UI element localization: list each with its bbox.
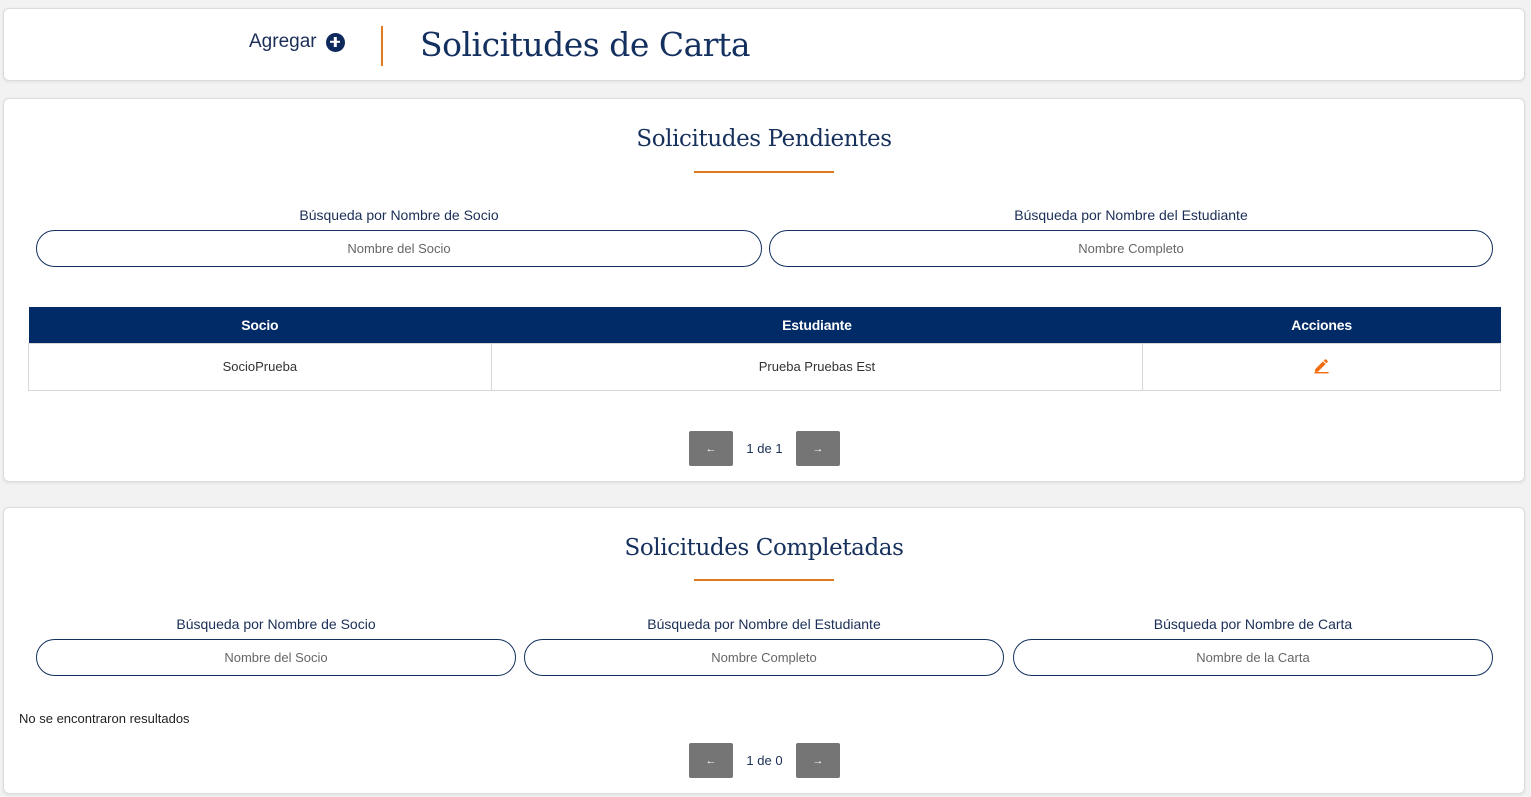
plus-circle-icon [325, 32, 345, 52]
pending-next-page-button[interactable]: → [796, 431, 840, 466]
cell-acciones [1142, 342, 1501, 391]
arrow-left-icon: ← [705, 442, 717, 455]
arrow-right-icon: → [812, 442, 824, 455]
cell-estudiante: Prueba Pruebas Est [490, 342, 1144, 391]
column-header-acciones: Acciones [1142, 307, 1501, 343]
completed-prev-page-button[interactable]: ← [689, 743, 733, 778]
pending-student-search-label: Búsqueda por Nombre del Estudiante [1014, 207, 1248, 223]
completed-socio-search-label: Búsqueda por Nombre de Socio [176, 616, 376, 632]
pencil-icon[interactable] [1313, 357, 1330, 377]
pending-title-underline [694, 171, 834, 173]
no-results-message: No se encontraron resultados [19, 711, 190, 726]
pending-socio-search-label: Búsqueda por Nombre de Socio [299, 207, 499, 223]
header-divider [381, 26, 383, 66]
completed-socio-search-input[interactable] [36, 639, 516, 676]
completed-letter-search-label: Búsqueda por Nombre de Carta [1153, 616, 1353, 632]
table-row: SocioPrueba Prueba Pruebas Est [28, 342, 1501, 391]
completed-section-title: Solicitudes Completadas [624, 535, 904, 561]
pending-pagination: ← 1 de 1 → [689, 431, 840, 466]
completed-requests-card: Solicitudes Completadas Búsqueda por Nom… [3, 507, 1525, 794]
completed-next-page-button[interactable]: → [796, 743, 840, 778]
pending-socio-search-input[interactable] [36, 230, 762, 267]
column-header-estudiante: Estudiante [491, 307, 1143, 343]
arrow-left-icon: ← [705, 754, 717, 767]
pending-prev-page-button[interactable]: ← [689, 431, 733, 466]
completed-student-search-label: Búsqueda por Nombre del Estudiante [647, 616, 881, 632]
column-header-socio: Socio [28, 307, 492, 343]
arrow-right-icon: → [812, 754, 824, 767]
completed-title-underline [694, 579, 834, 581]
table-header-row: Socio Estudiante Acciones [28, 307, 1501, 343]
page-title: Solicitudes de Carta [420, 25, 751, 64]
add-button[interactable]: Agregar [249, 31, 345, 53]
header-card: Agregar Solicitudes de Carta [3, 8, 1525, 81]
pending-requests-card: Solicitudes Pendientes Búsqueda por Nomb… [3, 98, 1525, 482]
pending-page-indicator: 1 de 1 [746, 441, 783, 456]
completed-letter-search-input[interactable] [1013, 639, 1493, 676]
completed-student-search-input[interactable] [524, 639, 1004, 676]
add-label: Agregar [249, 31, 317, 52]
cell-socio: SocioPrueba [28, 342, 492, 391]
completed-page-indicator: 1 de 0 [746, 753, 783, 768]
pending-student-search-input[interactable] [769, 230, 1493, 267]
pending-section-title: Solicitudes Pendientes [636, 126, 892, 152]
completed-pagination: ← 1 de 0 → [689, 743, 840, 778]
pending-requests-table: Socio Estudiante Acciones SocioPrueba Pr… [28, 307, 1501, 391]
